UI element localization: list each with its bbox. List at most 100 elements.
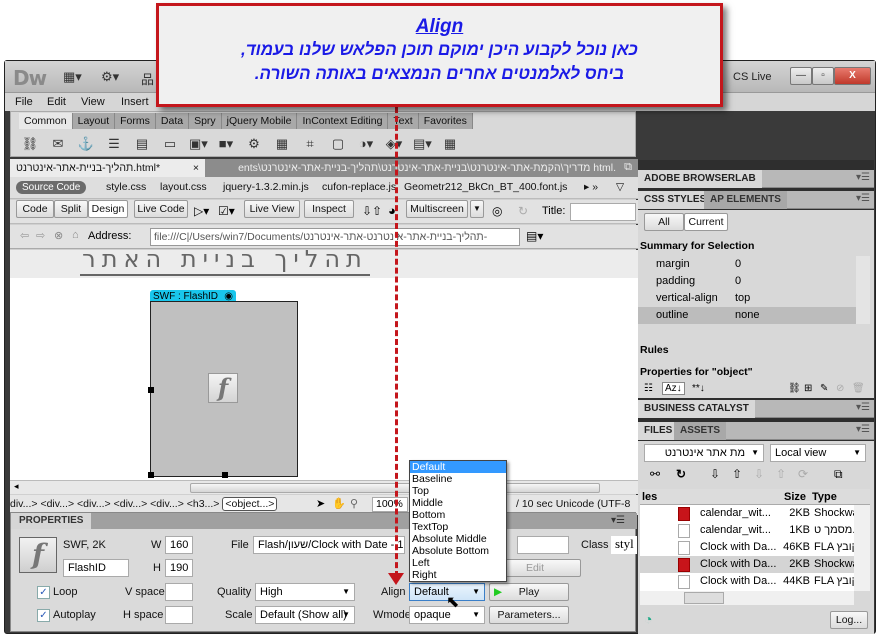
current-button[interactable]: Current <box>684 213 728 231</box>
business-catalyst-title[interactable]: BUSINESS CATALYST <box>638 400 755 418</box>
multiscreen-button[interactable]: Multiscreen <box>406 200 468 218</box>
get-files-icon[interactable]: ⇩ <box>710 467 720 481</box>
resize-handle[interactable] <box>148 387 154 393</box>
all-button[interactable]: All <box>644 213 684 231</box>
vspace-input[interactable] <box>165 583 193 601</box>
menu-edit[interactable]: Edit <box>47 96 66 108</box>
css-property-row[interactable]: padding 0 <box>638 273 856 290</box>
date-icon[interactable]: ▦ <box>273 136 291 152</box>
insert-div-icon[interactable]: ▭ <box>161 136 179 152</box>
hspace-input[interactable] <box>165 606 193 624</box>
address-input[interactable]: file:///C|/Users/win7/Documents/תהליך-בנ… <box>150 228 520 246</box>
refresh-icon[interactable]: ↻ <box>676 467 686 481</box>
tab-forms[interactable]: Forms <box>115 113 156 129</box>
tab-spry[interactable]: Spry <box>189 113 222 129</box>
edit-rule-icon[interactable]: ✎ <box>820 383 828 394</box>
tab-ap-elements[interactable]: AP ELEMENTS <box>704 191 787 209</box>
related-file[interactable]: Geometr212_BkCn_BT_400.font.js <box>404 181 567 193</box>
col-name[interactable]: les <box>642 489 657 505</box>
hand-tool-icon[interactable]: ✋ <box>332 497 346 510</box>
align-option[interactable]: TextTop <box>410 521 506 533</box>
filter-icon[interactable]: ▽ <box>616 181 624 193</box>
panel-menu-icon[interactable]: ▾☰ <box>603 513 633 529</box>
class-select[interactable]: styl <box>611 536 637 554</box>
play-button[interactable]: ▶ Play <box>489 583 569 601</box>
forward-icon[interactable]: ⇨ <box>36 229 45 242</box>
parameters-button[interactable]: Parameters... <box>489 606 569 624</box>
images-icon[interactable]: ▣▾ <box>189 136 208 152</box>
col-type[interactable]: Type <box>812 489 837 505</box>
layout-icon[interactable]: ▦▾ <box>63 69 82 85</box>
site-icon[interactable]: 品 <box>141 69 154 88</box>
panel-menu-icon[interactable]: ▾☰ <box>856 193 870 204</box>
title-input[interactable] <box>570 203 636 221</box>
related-file[interactable]: jquery-1.3.2.min.js <box>223 181 309 193</box>
hyperlink-icon[interactable]: ⛓ <box>21 136 39 152</box>
browser-nav-options-icon[interactable]: ▤▾ <box>526 229 543 243</box>
loop-checkbox[interactable]: ✓ <box>37 586 50 599</box>
widget-icon[interactable]: ⚙ <box>245 136 263 152</box>
menu-file[interactable]: File <box>15 96 33 108</box>
media-icon[interactable]: ■▾ <box>217 136 235 152</box>
sync-icon[interactable]: ⟳ <box>798 467 808 481</box>
back-icon[interactable]: ⇦ <box>20 229 29 242</box>
stop-icon[interactable]: ⊗ <box>54 229 63 242</box>
attach-stylesheet-icon[interactable]: ⛓ <box>788 383 801 394</box>
close-button[interactable]: X <box>834 67 871 85</box>
file-row[interactable]: Clock with Da... 46KB FLA קובץ <box>640 539 854 556</box>
panel-menu-icon[interactable]: ▾☰ <box>856 172 870 183</box>
live-view-button[interactable]: Live View <box>244 200 300 218</box>
document-tab-active[interactable]: תהליך-בניית-אתר-אינטרנט.html* × <box>10 159 205 177</box>
css-property-row[interactable]: vertical-align top <box>638 290 856 307</box>
scrollbar-thumb[interactable] <box>684 592 724 604</box>
horizontal-rule-icon[interactable]: ☰ <box>105 136 123 152</box>
code-view-button[interactable]: Code <box>16 200 54 218</box>
tab-css-styles[interactable]: CSS STYLES <box>638 191 713 209</box>
split-view-button[interactable]: Split <box>54 200 88 218</box>
expand-icon[interactable]: ⧉ <box>834 467 843 482</box>
design-view-button[interactable]: Design <box>88 200 128 218</box>
align-option[interactable]: Top <box>410 485 506 497</box>
menu-insert[interactable]: Insert <box>121 96 149 108</box>
browser-compat-icon[interactable]: ▷▾ <box>194 204 209 218</box>
tab-favorites[interactable]: Favorites <box>419 113 473 129</box>
swf-placeholder[interactable]: f <box>148 301 298 478</box>
selected-tag[interactable]: <object...> <box>222 497 278 511</box>
disable-icon[interactable]: ⊘ <box>836 383 844 394</box>
head-icon[interactable]: ◑▾ <box>357 136 375 152</box>
file-row[interactable]: calendar_wit... 2KB Shockwa... <box>640 505 854 522</box>
tab-data[interactable]: Data <box>156 113 190 129</box>
width-input[interactable]: 160 <box>165 536 193 554</box>
browserlab-title[interactable]: ADOBE BROWSERLAB <box>638 170 762 188</box>
server-side-include-icon[interactable]: ⌗ <box>301 136 319 152</box>
source-code-button[interactable]: Source Code <box>16 181 87 194</box>
tab-layout[interactable]: Layout <box>73 113 116 129</box>
restore-doc-icon[interactable]: ⧉ <box>624 161 632 174</box>
live-code-button[interactable]: Live Code <box>134 200 188 218</box>
log-button[interactable]: Log... <box>830 611 868 629</box>
validate-icon[interactable]: ☑▾ <box>218 204 235 218</box>
new-rule-icon[interactable]: ⊞ <box>804 383 812 394</box>
align-option[interactable]: Left <box>410 557 506 569</box>
height-input[interactable]: 190 <box>165 559 193 577</box>
minimize-button[interactable]: — <box>790 67 812 85</box>
menu-view[interactable]: View <box>81 96 105 108</box>
panel-menu-icon[interactable]: ▾☰ <box>856 424 870 435</box>
scale-select[interactable]: Default (Show all) <box>255 606 355 624</box>
check-in-icon[interactable]: ⇧ <box>776 467 786 481</box>
set-props-icon[interactable]: **↓ <box>692 383 705 394</box>
refresh-icon[interactable]: ↻ <box>518 204 528 218</box>
css-vertical-scrollbar[interactable] <box>856 256 870 324</box>
align-option[interactable]: Baseline <box>410 473 506 485</box>
templates-icon[interactable]: ▤▾ <box>413 136 432 152</box>
quality-select[interactable]: High <box>255 583 355 601</box>
table-icon[interactable]: ▤ <box>133 136 151 152</box>
scroll-right-icon[interactable]: ▸ » <box>584 181 598 193</box>
named-anchor-icon[interactable]: ⚓ <box>77 136 95 152</box>
alpha-view-icon[interactable]: Az↓ <box>662 382 685 395</box>
category-view-icon[interactable]: ☷ <box>644 383 653 394</box>
file-management-icon[interactable]: ⇩⇧ <box>362 204 382 218</box>
tag-selector[interactable]: div...> <div...> <div...> <div...> <div.… <box>10 497 278 511</box>
tab-incontext-editing[interactable]: InContext Editing <box>297 113 389 129</box>
related-file[interactable]: style.css <box>106 181 146 193</box>
